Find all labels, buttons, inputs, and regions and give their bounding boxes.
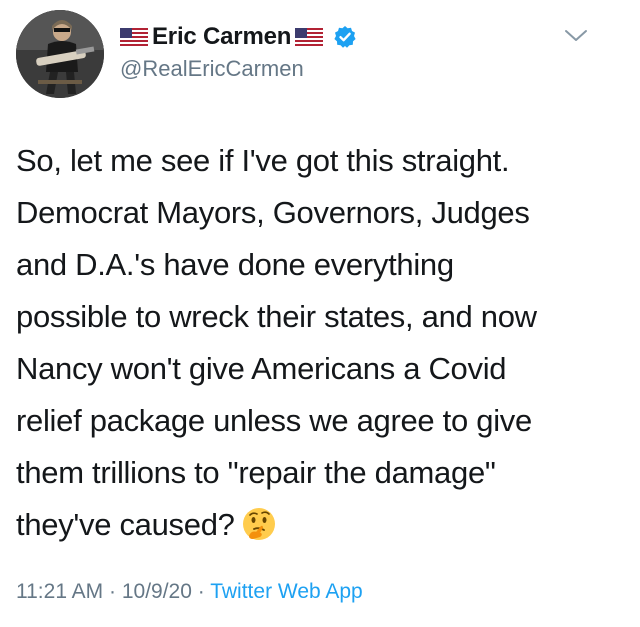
tweet-time[interactable]: 11:21 AM xyxy=(16,580,103,603)
tweet-line: and D.A.'s have done everything xyxy=(16,247,454,282)
display-name[interactable]: Eric Carmen xyxy=(152,23,291,51)
tweet-line: possible to wreck their states, and now xyxy=(16,299,537,334)
thinking-face-emoji xyxy=(242,508,275,540)
verified-badge-icon xyxy=(334,26,356,48)
user-handle[interactable]: @RealEricCarmen xyxy=(120,56,304,82)
tweet-line: relief package unless we agree to give xyxy=(16,403,532,438)
tweet-line: So, let me see if I've got this straight… xyxy=(16,143,510,178)
meta-separator: · xyxy=(103,580,122,603)
chevron-down-icon[interactable] xyxy=(563,28,589,44)
tweet-line-last: they've caused? xyxy=(16,499,631,551)
tweet-date[interactable]: 10/9/20 xyxy=(122,580,192,603)
avatar[interactable] xyxy=(16,10,104,98)
tweet-line-text: they've caused? xyxy=(16,507,235,542)
tweet-text: So, let me see if I've got this straight… xyxy=(16,135,631,551)
us-flag-icon xyxy=(120,28,148,46)
tweet-line: Democrat Mayors, Governors, Judges xyxy=(16,195,530,230)
tweet-line: Nancy won't give Americans a Covid xyxy=(16,351,507,386)
profile-photo xyxy=(16,10,104,98)
us-flag-icon xyxy=(295,28,324,46)
tweet-line: them trillions to "repair the damage" xyxy=(16,455,496,490)
tweet-card: Eric Carmen @RealEricCarmen So, let me s… xyxy=(0,0,640,627)
name-row: Eric Carmen xyxy=(120,20,357,54)
tweet-meta: 11:21 AM · 10/9/20 · Twitter Web App xyxy=(16,580,363,604)
tweet-source-link[interactable]: Twitter Web App xyxy=(210,580,363,603)
meta-separator: · xyxy=(191,580,211,603)
